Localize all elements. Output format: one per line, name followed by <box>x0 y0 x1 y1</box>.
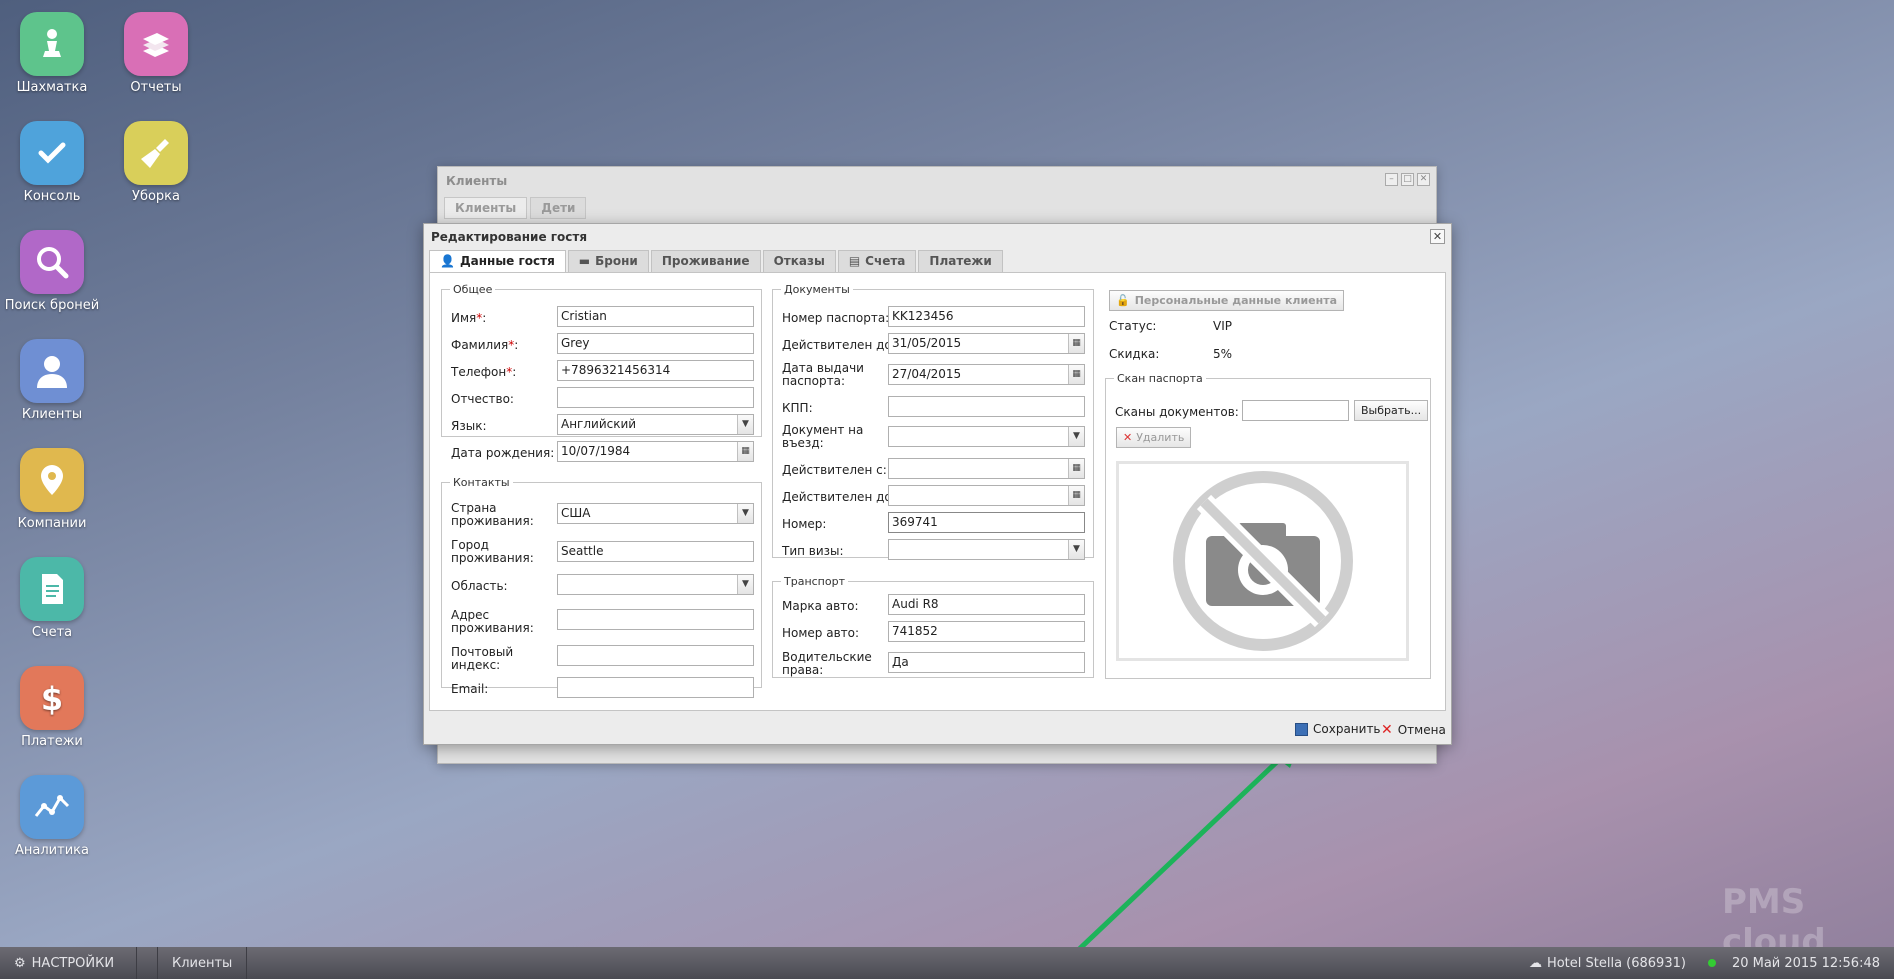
visa-type-select[interactable]: ▼ <box>888 539 1085 560</box>
chevron-down-icon[interactable]: ▼ <box>1068 427 1084 446</box>
clients-window-title: Клиенты <box>446 174 508 188</box>
passport-number-input[interactable]: KK123456 <box>888 306 1085 327</box>
entry-valid-to-input[interactable]: ▦ <box>888 485 1085 506</box>
chevron-down-icon[interactable]: ▼ <box>737 504 753 523</box>
contacts-fieldset: Контакты Страна проживания: США ▼ Город п… <box>441 476 762 698</box>
calendar-icon[interactable]: ▦ <box>737 442 753 461</box>
no-camera-icon <box>1172 471 1353 651</box>
country-select[interactable]: США ▼ <box>557 503 754 524</box>
taskbar-clients-task[interactable]: Клиенты <box>157 947 248 979</box>
city-input[interactable]: Seattle <box>557 541 754 562</box>
gear-icon: ⚙ <box>14 955 26 971</box>
minimize-icon[interactable]: – <box>1385 173 1398 186</box>
documents-fieldset: Документы Номер паспорта: KK123456 Дейст… <box>772 283 1094 560</box>
driver-license-input[interactable]: Да <box>888 652 1085 673</box>
close-icon[interactable]: ✕ <box>1417 173 1430 186</box>
passport-scan-fieldset: Скан паспорта Сканы документов: Выбрать.… <box>1105 372 1431 679</box>
calendar-icon[interactable]: ▦ <box>1068 459 1084 478</box>
delete-scan-button[interactable]: ✕ Удалить <box>1116 427 1192 448</box>
entry-number-input[interactable]: 369741 <box>888 512 1085 533</box>
dialog-close-icon[interactable]: ✕ <box>1430 229 1445 244</box>
hotel-name: ☁ Hotel Stella (686931) <box>1528 955 1686 971</box>
document-icon: ▤ <box>848 254 861 268</box>
calendar-icon[interactable]: ▦ <box>1068 486 1084 505</box>
cloud-icon: ☁ <box>1528 955 1542 971</box>
chevron-down-icon[interactable]: ▼ <box>1068 540 1084 559</box>
calendar-icon[interactable]: ▦ <box>1068 365 1084 384</box>
online-status-icon <box>1707 959 1716 967</box>
tab-stay[interactable]: Проживание <box>650 250 761 272</box>
language-select[interactable]: Английский ▼ <box>557 414 754 435</box>
briefcase-icon: ▬ <box>578 254 591 268</box>
cancel-button[interactable]: ✕ Отмена <box>1381 722 1446 738</box>
entry-valid-from-input[interactable]: ▦ <box>888 458 1085 479</box>
tab-invoices[interactable]: ▤ Счета <box>837 250 917 272</box>
save-button[interactable]: Сохранить <box>1295 722 1381 736</box>
settings-button[interactable]: ⚙ НАСТРОЙКИ <box>0 947 137 979</box>
personal-data-button[interactable]: 🔓 Персональные данные клиента <box>1109 290 1345 311</box>
clock: 20 Май 2015 12:56:48 <box>1707 956 1880 971</box>
chevron-down-icon[interactable]: ▼ <box>737 415 753 434</box>
car-brand-input[interactable]: Audi R8 <box>888 594 1085 615</box>
general-fieldset: Общее Имя*: Cristian Фамилия*: Grey Теле… <box>441 283 762 462</box>
discount-value: 5% <box>1213 347 1233 361</box>
entry-document-select[interactable]: ▼ <box>888 426 1085 447</box>
tab-guest-data[interactable]: 👤 Данные гостя <box>429 250 566 272</box>
first-name-input[interactable]: Cristian <box>557 306 754 327</box>
phone-input[interactable]: +7896321456314 <box>557 360 754 381</box>
last-name-input[interactable]: Grey <box>557 333 754 354</box>
maximize-icon[interactable]: □ <box>1401 173 1414 186</box>
transport-fieldset: Транспорт Марка авто: Audi R8 Номер авто… <box>772 575 1094 678</box>
tab-bookings[interactable]: ▬ Брони <box>567 250 649 272</box>
delete-x-icon: ✕ <box>1123 431 1133 444</box>
person-icon: 👤 <box>440 254 455 268</box>
lock-icon: 🔓 <box>1116 294 1130 307</box>
zip-input[interactable] <box>557 645 754 666</box>
dialog-body: Общее Имя*: Cristian Фамилия*: Grey Теле… <box>429 272 1446 711</box>
taskbar: ⚙ НАСТРОЙКИ Клиенты ☁ Hotel Stella (686931… <box>0 947 1894 979</box>
dialog-footer: Сохранить ✕ Отмена <box>424 716 1451 744</box>
cancel-x-icon: ✕ <box>1381 722 1393 738</box>
tab-children[interactable]: Дети <box>530 197 587 219</box>
passport-valid-to-input[interactable]: 31/05/2015 ▦ <box>888 333 1085 354</box>
tab-clients[interactable]: Клиенты <box>444 197 528 219</box>
email-input[interactable] <box>557 677 754 698</box>
chevron-down-icon[interactable]: ▼ <box>737 575 753 594</box>
patronymic-input[interactable] <box>557 387 754 408</box>
no-photo-placeholder <box>1116 461 1409 661</box>
edit-guest-dialog: Редактирование гостя ✕ 👤 Данные гостя ▬ Бр… <box>423 223 1452 745</box>
tab-refusals[interactable]: Отказы <box>762 250 836 272</box>
region-select[interactable]: ▼ <box>557 574 754 595</box>
birth-date-input[interactable]: 10/07/1984 ▦ <box>557 441 754 462</box>
address-input[interactable] <box>557 609 754 630</box>
status-value: VIP <box>1213 319 1232 333</box>
passport-issue-date-input[interactable]: 27/04/2015 ▦ <box>888 364 1085 385</box>
calendar-icon[interactable]: ▦ <box>1068 334 1084 353</box>
tab-payments[interactable]: Платежи <box>918 250 1003 272</box>
kpp-input[interactable] <box>888 396 1085 417</box>
scan-file-input[interactable] <box>1242 400 1349 421</box>
choose-file-button[interactable]: Выбрать... <box>1354 400 1429 421</box>
dialog-title: Редактирование гостя <box>431 230 588 244</box>
floppy-disk-icon <box>1295 722 1308 736</box>
car-plate-input[interactable]: 741852 <box>888 621 1085 642</box>
